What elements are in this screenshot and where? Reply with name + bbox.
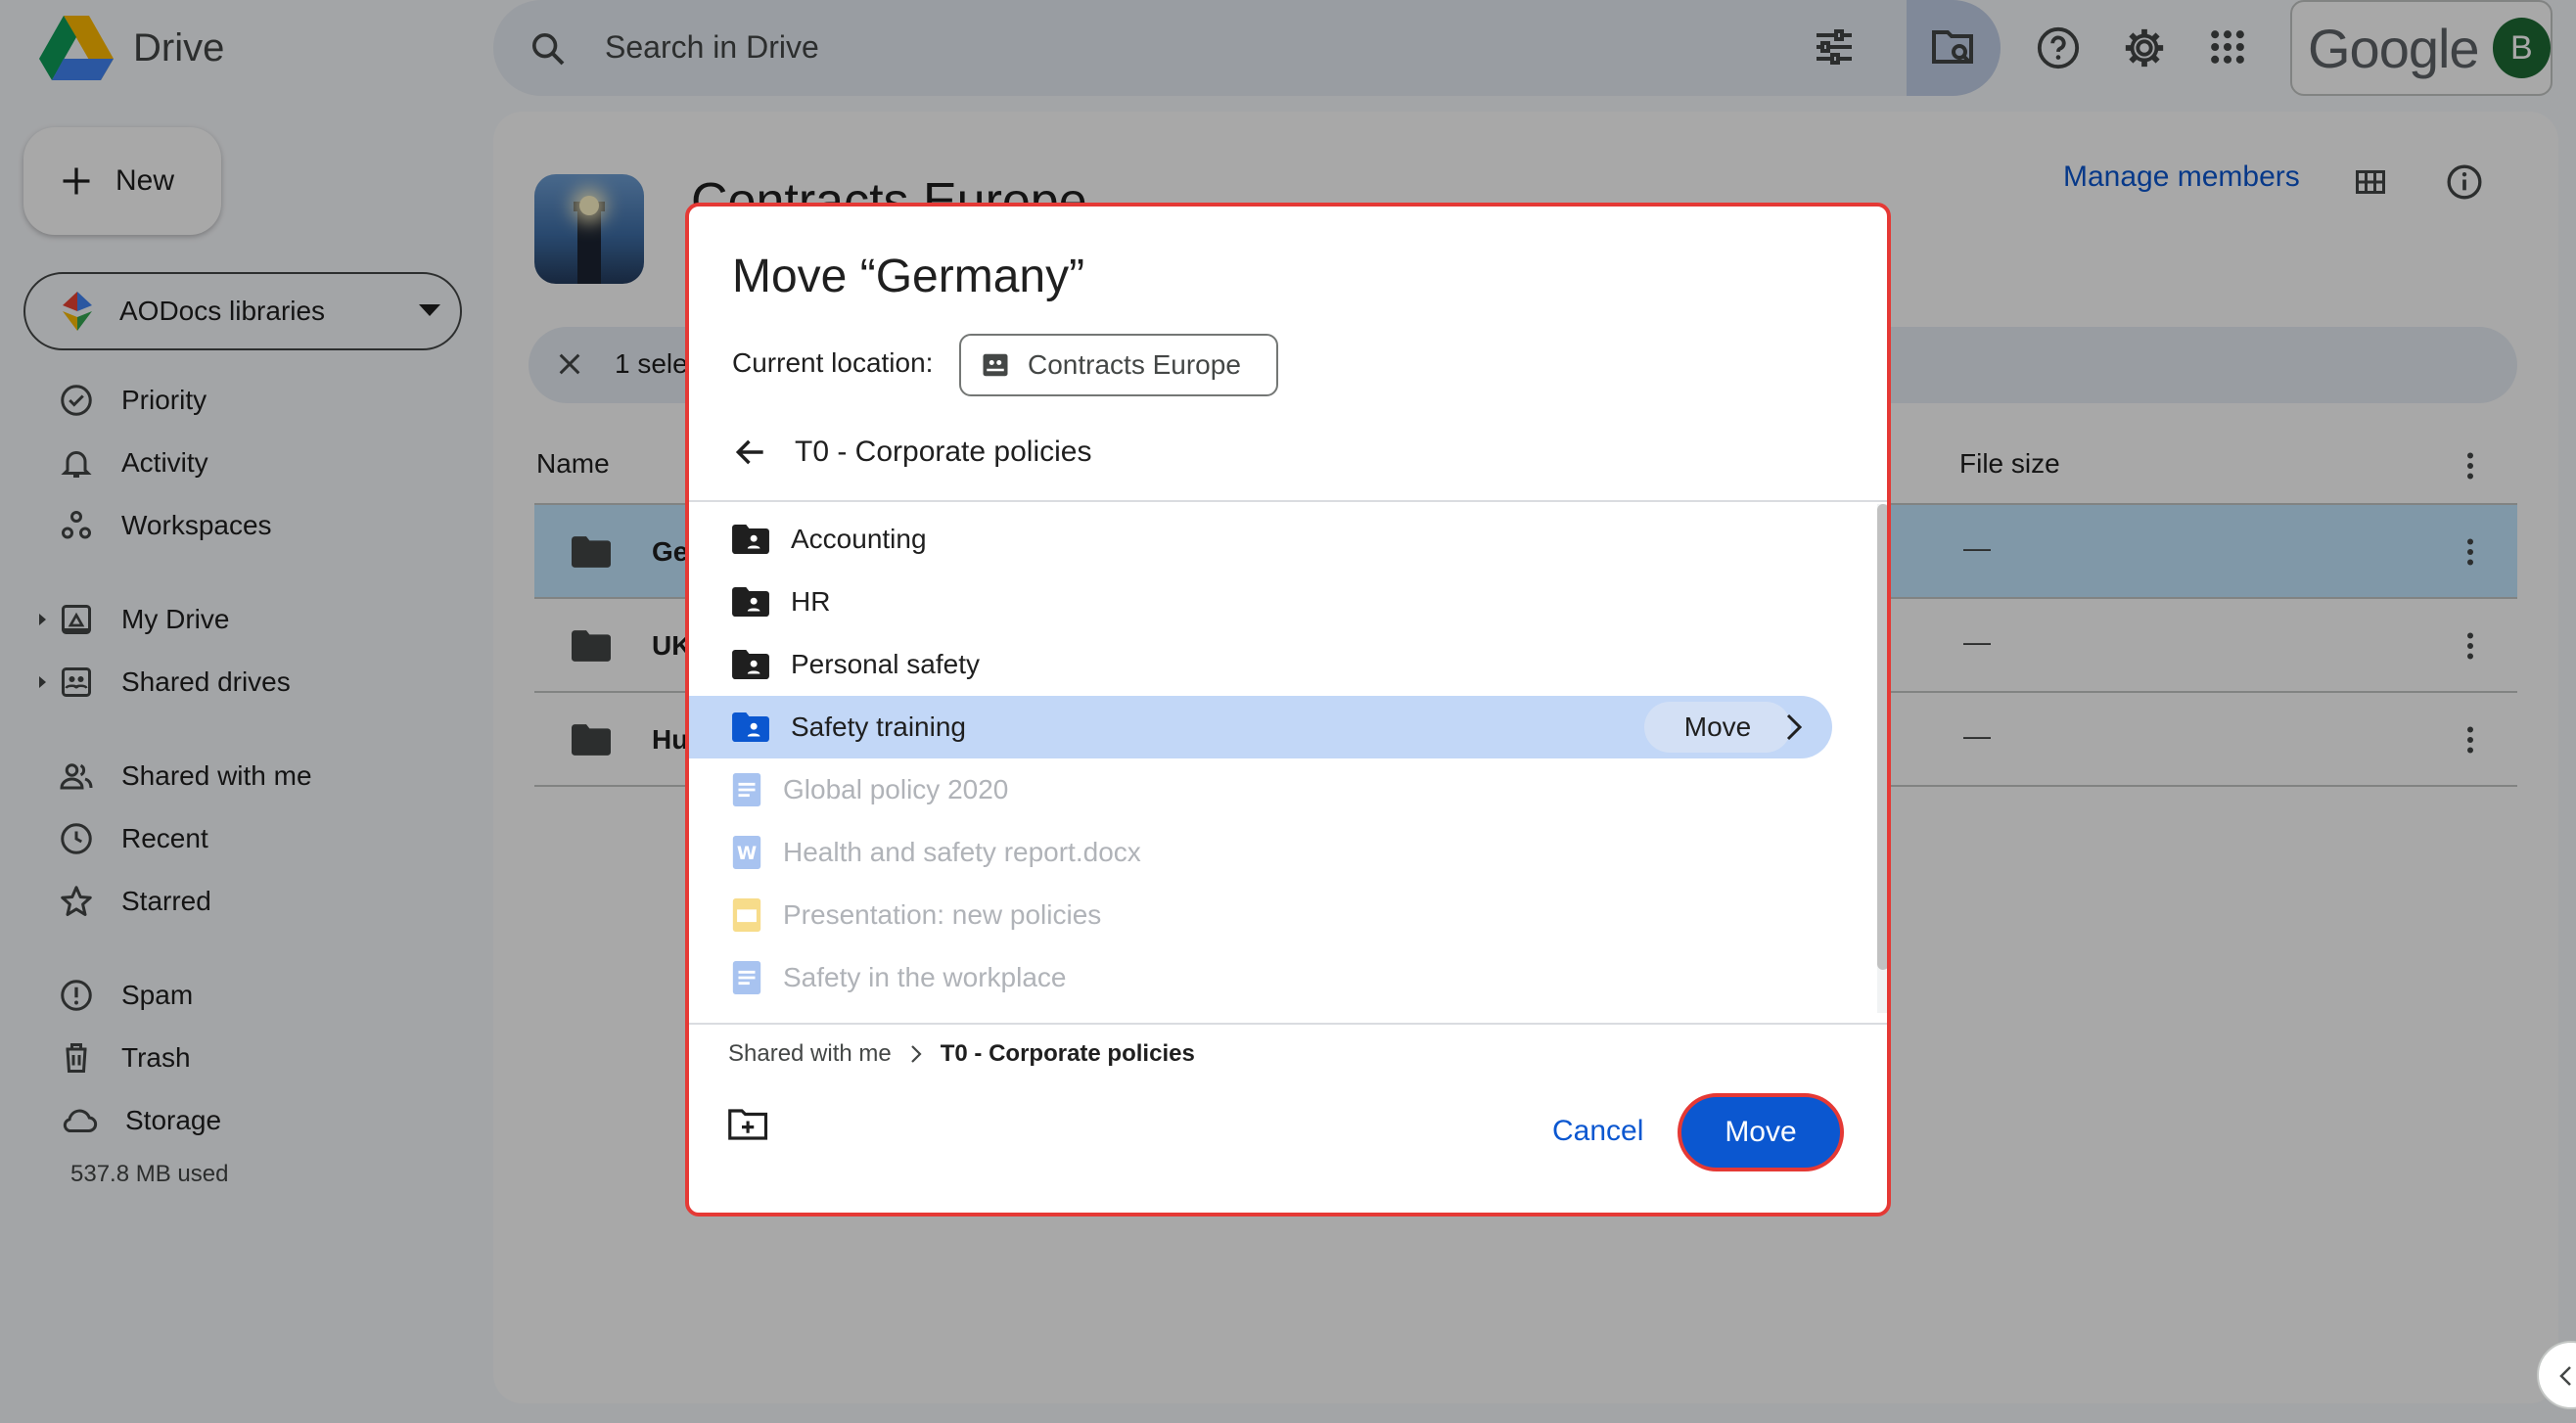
list-item-name: Health and safety report.docx [783, 837, 1141, 867]
back-arrow-icon[interactable] [732, 434, 769, 471]
current-location-chip[interactable]: Contracts Europe [959, 334, 1278, 396]
folder-list: Accounting HR Personal safety Safety tra… [689, 500, 1887, 1022]
current-location-label: Current location: [732, 347, 934, 378]
chevron-right-icon[interactable] [1783, 712, 1805, 743]
list-item-name: Presentation: new policies [783, 899, 1102, 930]
list-item-name: Personal safety [791, 649, 980, 679]
row-move-button[interactable]: Move [1644, 702, 1791, 753]
shared-folder-icon [732, 650, 769, 679]
list-item-name: Safety in the workplace [783, 962, 1067, 992]
shared-folder-icon [732, 525, 769, 554]
new-folder-icon[interactable] [728, 1107, 769, 1142]
list-item: Presentation: new policies [689, 884, 1863, 946]
move-button[interactable]: Move [1678, 1093, 1844, 1171]
chevron-left-icon [2559, 1366, 2571, 1386]
google-doc-icon [732, 773, 761, 806]
list-item[interactable]: Accounting [689, 508, 1863, 571]
list-item-name: Accounting [791, 524, 927, 554]
cancel-button[interactable]: Cancel [1537, 1103, 1659, 1160]
google-doc-icon [732, 961, 761, 994]
move-dialog: Move “Germany” Current location: Contrac… [685, 203, 1891, 1216]
list-item-highlighted[interactable]: Safety training Move [689, 696, 1832, 758]
list-item[interactable]: Personal safety [689, 633, 1863, 696]
row-move-label: Move [1683, 712, 1752, 742]
shared-drive-icon [983, 353, 1008, 377]
list-item: W Health and safety report.docx [689, 821, 1863, 884]
scrollbar-thumb[interactable] [1877, 504, 1887, 970]
dialog-title: Move “Germany” [732, 251, 1085, 302]
breadcrumb: Shared with me T0 - Corporate policies [728, 1040, 1195, 1068]
list-item-name: Global policy 2020 [783, 774, 1009, 804]
list-item-name: HR [791, 586, 831, 617]
svg-text:W: W [737, 844, 757, 864]
breadcrumb-root[interactable]: Shared with me [728, 1040, 892, 1068]
word-doc-icon: W [732, 836, 761, 869]
list-item[interactable]: HR [689, 571, 1863, 633]
google-slides-icon [732, 898, 761, 932]
breadcrumb-current: T0 - Corporate policies [940, 1040, 1195, 1067]
current-location-value: Contracts Europe [1028, 349, 1241, 380]
chevron-right-icon [910, 1045, 922, 1063]
list-item: Global policy 2020 [689, 758, 1863, 821]
list-item: Safety in the workplace [689, 946, 1863, 1009]
shared-folder-icon [732, 587, 769, 617]
list-item-name: Safety training [791, 712, 966, 742]
shared-folder-icon [732, 712, 769, 742]
folder-header: T0 - Corporate policies [732, 434, 1091, 471]
divider [689, 1023, 1887, 1025]
current-folder-title: T0 - Corporate policies [795, 436, 1092, 468]
